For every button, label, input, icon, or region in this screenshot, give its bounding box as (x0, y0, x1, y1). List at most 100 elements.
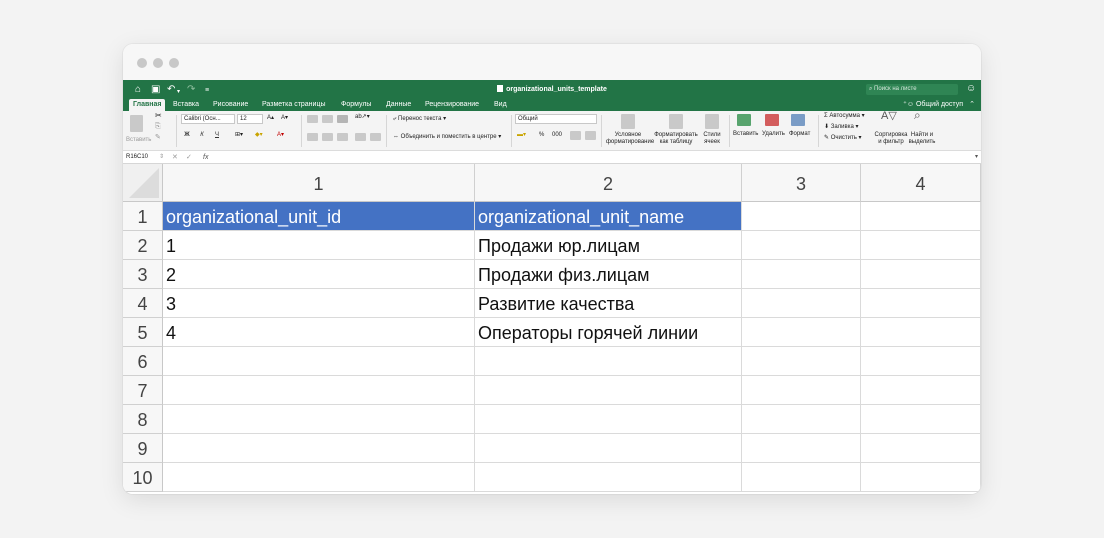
paste-icon[interactable] (130, 115, 143, 132)
merge-center-button[interactable]: ⇔ Объединить и поместить в центре ▾ (393, 134, 501, 141)
orientation-icon[interactable]: ab↗▾ (355, 114, 370, 121)
cell-r5c2[interactable]: Операторы горячей линии (475, 318, 742, 347)
percent-button[interactable]: % (539, 132, 544, 139)
column-header-3[interactable]: 3 (742, 164, 861, 202)
cell-r9c1[interactable] (163, 434, 475, 463)
row-header-6[interactable]: 6 (123, 347, 163, 376)
delete-cells-label[interactable]: Удалить (762, 131, 785, 138)
cell-r3c4[interactable] (861, 260, 981, 289)
cell-styles-label-1[interactable]: Стили (699, 132, 725, 139)
cell-r9c3[interactable] (742, 434, 861, 463)
collapse-ribbon-icon[interactable]: ⌃ (969, 99, 975, 111)
increase-decimal-icon[interactable] (570, 131, 581, 140)
decrease-indent-icon[interactable] (355, 133, 366, 141)
search-field[interactable]: ⌕ Поиск на листе (866, 84, 958, 95)
cell-r4c1[interactable]: 3 (163, 289, 475, 318)
row-header-3[interactable]: 3 (123, 260, 163, 289)
decrease-decimal-icon[interactable] (585, 131, 596, 140)
align-center-icon[interactable] (322, 133, 333, 141)
cell-r6c4[interactable] (861, 347, 981, 376)
cell-r1c3[interactable] (742, 202, 861, 231)
bold-button[interactable]: Ж (182, 131, 192, 140)
cell-r2c2[interactable]: Продажи юр.лицам (475, 231, 742, 260)
cell-r5c1[interactable]: 4 (163, 318, 475, 347)
tab-home[interactable]: Главная (129, 99, 166, 111)
align-left-icon[interactable] (307, 133, 318, 141)
format-painter-icon[interactable]: ✎ (155, 134, 161, 141)
autosum-button[interactable]: Σ Автосумма ▾ (824, 113, 865, 120)
cell-r8c3[interactable] (742, 405, 861, 434)
row-header-2[interactable]: 2 (123, 231, 163, 260)
format-as-table-label-2[interactable]: как таблицу (654, 139, 698, 146)
format-cells-icon[interactable] (791, 114, 805, 126)
row-header-7[interactable]: 7 (123, 376, 163, 405)
fill-color-icon[interactable]: ◆▾ (255, 132, 263, 139)
cell-r7c3[interactable] (742, 376, 861, 405)
font-name-select[interactable]: Calibri (Осн... (181, 114, 235, 124)
align-right-icon[interactable] (337, 133, 348, 141)
cell-r10c2[interactable] (475, 463, 742, 492)
insert-function-button[interactable]: fx (203, 153, 208, 162)
account-icon[interactable]: ☺ (966, 83, 976, 95)
fill-button[interactable]: ⬇ Заливка ▾ (824, 124, 859, 131)
tab-insert[interactable]: Вставка (169, 99, 203, 111)
cell-r8c2[interactable] (475, 405, 742, 434)
cell-r3c2[interactable]: Продажи физ.лицам (475, 260, 742, 289)
cell-r6c1[interactable] (163, 347, 475, 376)
name-box[interactable]: R16C10 (126, 153, 158, 162)
column-header-4[interactable]: 4 (861, 164, 981, 202)
decrease-font-icon[interactable]: A▾ (281, 115, 288, 122)
row-header-10[interactable]: 10 (123, 463, 163, 492)
tab-draw[interactable]: Рисование (209, 99, 252, 111)
paste-label[interactable]: Вставить (126, 137, 151, 144)
align-top-icon[interactable] (307, 115, 318, 123)
insert-cells-label[interactable]: Вставить (733, 131, 758, 138)
wrap-text-button[interactable]: ⤶ Перенос текста ▾ (393, 116, 446, 123)
cell-r2c1[interactable]: 1 (163, 231, 475, 260)
cell-r9c4[interactable] (861, 434, 981, 463)
conditional-formatting-icon[interactable] (621, 114, 635, 129)
cell-styles-icon[interactable] (705, 114, 719, 129)
close-window-dot[interactable] (137, 58, 147, 68)
row-header-4[interactable]: 4 (123, 289, 163, 318)
minimize-window-dot[interactable] (153, 58, 163, 68)
find-select-label-1[interactable]: Найти и (907, 132, 937, 139)
number-format-select[interactable]: Общий (515, 114, 597, 124)
cell-r3c1[interactable]: 2 (163, 260, 475, 289)
increase-indent-icon[interactable] (370, 133, 381, 141)
cell-r6c3[interactable] (742, 347, 861, 376)
thousands-button[interactable]: 000 (552, 132, 562, 139)
cancel-icon[interactable]: ✕ (172, 153, 178, 162)
enter-icon[interactable]: ✓ (186, 153, 192, 162)
tab-data[interactable]: Данные (382, 99, 415, 111)
expand-formula-icon[interactable]: ▾ (975, 153, 978, 162)
name-box-dropdown-icon[interactable]: ⇕ (159, 153, 164, 162)
row-header-1[interactable]: 1 (123, 202, 163, 231)
tab-page-layout[interactable]: Разметка страницы (258, 99, 330, 111)
cell-r6c2[interactable] (475, 347, 742, 376)
cell-r10c4[interactable] (861, 463, 981, 492)
cell-r2c3[interactable] (742, 231, 861, 260)
currency-icon[interactable]: ▬▾ (517, 132, 526, 139)
copy-icon[interactable]: ⎘ (155, 123, 161, 130)
font-color-icon[interactable]: A▾ (277, 132, 284, 139)
cell-r7c2[interactable] (475, 376, 742, 405)
tab-formulas[interactable]: Формулы (337, 99, 375, 111)
cell-r8c4[interactable] (861, 405, 981, 434)
share-button[interactable]: ⁺☺ Общий доступ (903, 99, 963, 111)
find-select-label-2[interactable]: выделить (907, 139, 937, 146)
cell-r10c3[interactable] (742, 463, 861, 492)
sort-filter-icon[interactable]: A▽ (881, 111, 897, 122)
align-bottom-icon[interactable] (337, 115, 348, 123)
column-header-2[interactable]: 2 (475, 164, 742, 202)
cell-r2c4[interactable] (861, 231, 981, 260)
conditional-formatting-label-1[interactable]: Условное (606, 132, 650, 139)
cell-r10c1[interactable] (163, 463, 475, 492)
clear-button[interactable]: ✎ Очистить ▾ (824, 135, 862, 142)
cell-r8c1[interactable] (163, 405, 475, 434)
font-size-select[interactable]: 12 (237, 114, 263, 124)
cell-r5c4[interactable] (861, 318, 981, 347)
cell-r1c4[interactable] (861, 202, 981, 231)
cut-icon[interactable]: ✂ (155, 112, 162, 120)
delete-cells-icon[interactable] (765, 114, 779, 126)
